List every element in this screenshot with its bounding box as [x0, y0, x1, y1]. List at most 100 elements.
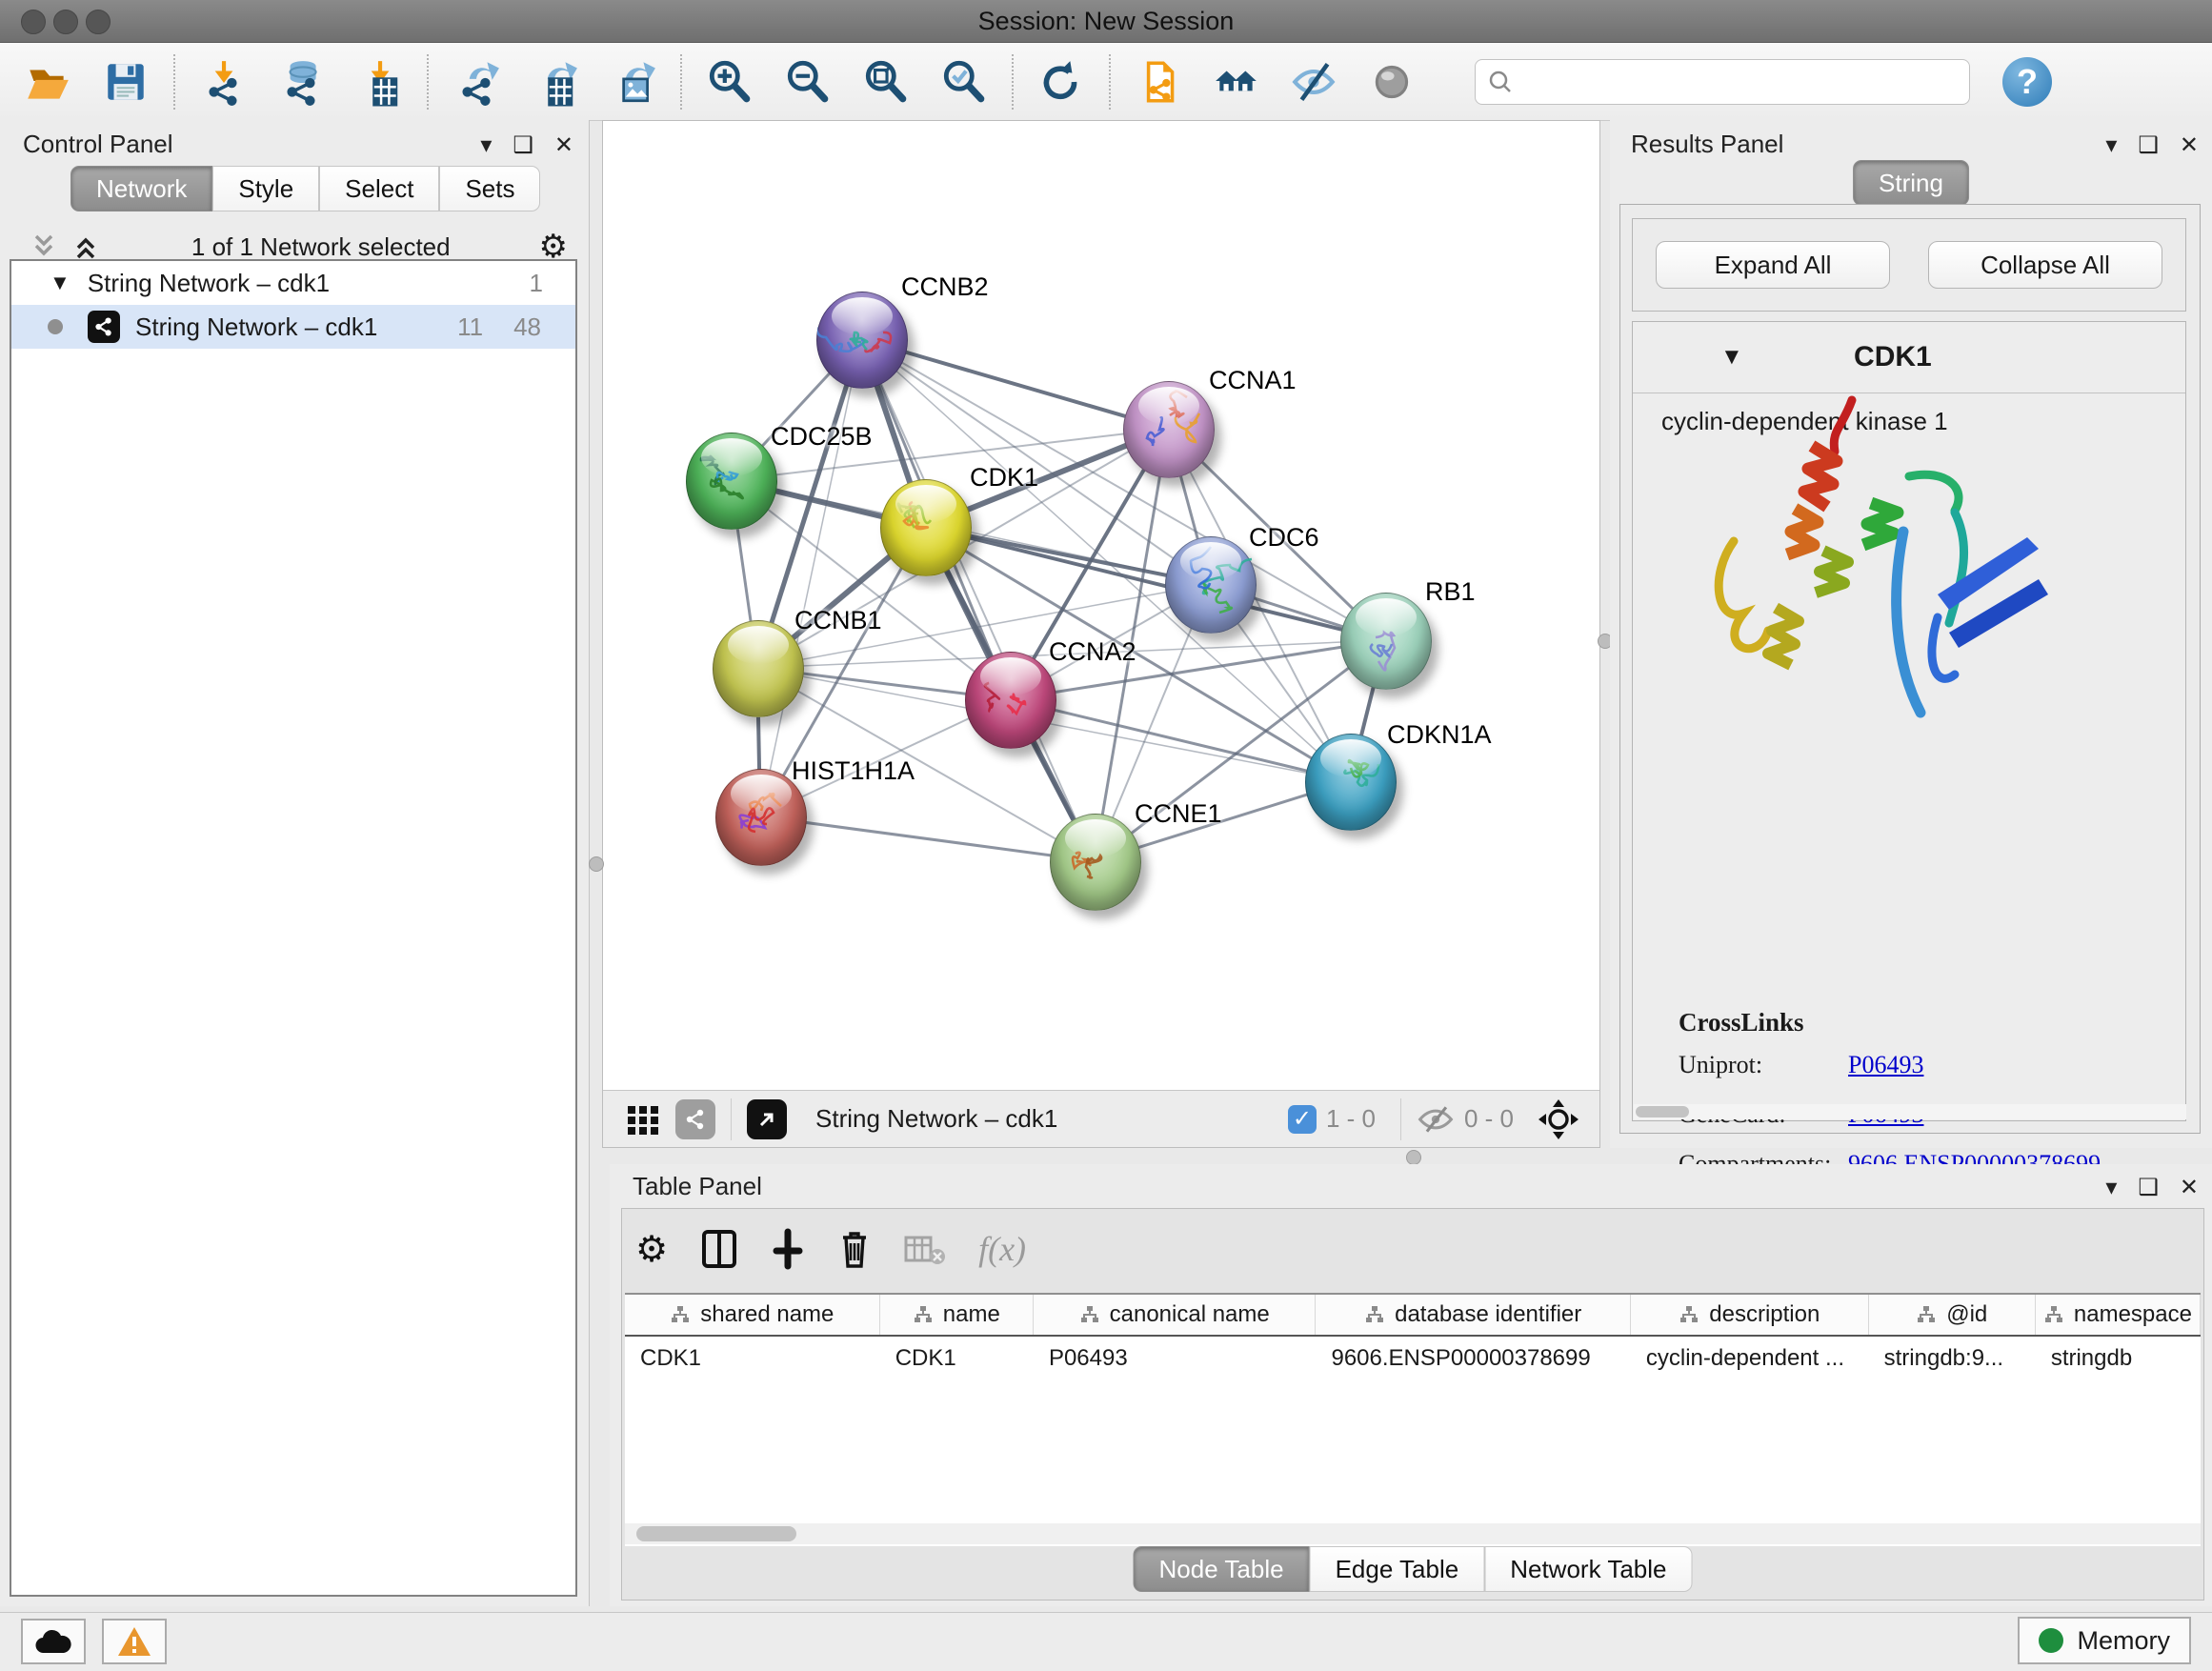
scrollbar-thumb[interactable] — [1636, 1106, 1689, 1117]
network-node-ccne1[interactable] — [1050, 814, 1141, 911]
float-panel-icon[interactable]: ❑ — [2138, 1174, 2159, 1201]
refresh-icon[interactable] — [1035, 55, 1088, 109]
network-view[interactable]: CCNB2CCNA1CDC25BCDK1CDC6RB1CCNB1CCNA2CDK… — [602, 120, 1600, 1148]
export-table-icon[interactable] — [528, 55, 581, 109]
column-header-database-identifier[interactable]: database identifier — [1316, 1295, 1630, 1335]
import-network-file-icon[interactable] — [196, 55, 250, 109]
selected-nodes-checkbox[interactable]: ✓ — [1288, 1105, 1317, 1134]
column-header-description[interactable]: description — [1631, 1295, 1869, 1335]
float-panel-icon[interactable]: ❑ — [513, 131, 533, 159]
column-header-namespace[interactable]: namespace — [2036, 1295, 2201, 1335]
network-edge[interactable] — [861, 339, 1168, 429]
node-label-cdk1: CDK1 — [970, 463, 1038, 493]
zoom-in-icon[interactable] — [703, 55, 756, 109]
left-splitter-handle[interactable] — [589, 856, 604, 872]
column-header-name[interactable]: name — [880, 1295, 1034, 1335]
table-options-gear-icon[interactable]: ⚙ — [635, 1228, 668, 1271]
node-label-ccna2: CCNA2 — [1049, 637, 1136, 667]
float-panel-icon[interactable]: ❑ — [2138, 131, 2159, 159]
network-node-ccna1[interactable] — [1123, 381, 1215, 478]
crosslink-row: Uniprot:P06493 — [1679, 1051, 2101, 1079]
network-row[interactable]: String Network – cdk1 11 48 — [11, 305, 575, 349]
presentation-eye-icon[interactable] — [1366, 55, 1419, 109]
expand-all-chevrons-icon[interactable] — [69, 231, 103, 263]
close-panel-icon[interactable]: ✕ — [554, 131, 573, 159]
tab-style[interactable]: Style — [212, 166, 319, 211]
collection-row[interactable]: ▼ String Network – cdk1 1 — [11, 261, 575, 305]
string-import-icon[interactable] — [1132, 55, 1185, 109]
scrollbar-thumb[interactable] — [636, 1526, 796, 1541]
collapse-all-button[interactable]: Collapse All — [1928, 241, 2162, 289]
memory-button[interactable]: Memory — [2018, 1617, 2191, 1664]
search-input[interactable] — [1514, 68, 1958, 96]
network-node-ccna2[interactable] — [965, 652, 1056, 749]
tab-select[interactable]: Select — [319, 166, 439, 211]
collapse-all-chevrons-icon[interactable] — [27, 231, 61, 263]
search-icon — [1487, 69, 1514, 95]
network-node-cdkn1a[interactable] — [1305, 734, 1397, 831]
bottom-splitter-handle[interactable] — [1406, 1150, 1421, 1165]
node-label-cdc25b: CDC25B — [771, 422, 873, 452]
warning-button[interactable] — [102, 1619, 167, 1664]
tab-string[interactable]: String — [1853, 160, 1969, 206]
network-edge[interactable] — [1010, 699, 1350, 781]
zoom-fit-icon[interactable] — [859, 55, 913, 109]
crosslink-link[interactable]: P06493 — [1848, 1051, 1923, 1078]
table-row[interactable]: CDK1CDK1P064939606.ENSP00000378699cyclin… — [625, 1337, 2201, 1380]
network-node-count: 11 — [457, 312, 483, 342]
open-external-view-icon[interactable] — [747, 1099, 787, 1139]
panel-menu-icon[interactable]: ▾ — [2105, 1174, 2117, 1201]
tab-sets[interactable]: Sets — [439, 166, 540, 211]
delete-column-trash-icon[interactable] — [837, 1228, 872, 1270]
collapse-triangle-icon[interactable]: ▼ — [50, 271, 70, 295]
protein-card-header[interactable]: ▼ CDK1 — [1633, 322, 2185, 393]
import-table-file-icon[interactable] — [352, 55, 406, 109]
hide-selected-eye-icon[interactable] — [1288, 55, 1341, 109]
tab-node-table[interactable]: Node Table — [1134, 1546, 1310, 1592]
search-box[interactable] — [1475, 59, 1970, 105]
export-network-icon[interactable] — [450, 55, 503, 109]
network-node-cdc6[interactable] — [1165, 536, 1257, 634]
column-header-canonical-name[interactable]: canonical name — [1034, 1295, 1317, 1335]
network-view-toolbar: String Network – cdk1 ✓ 1 - 0 0 - 0 — [603, 1090, 1599, 1147]
column-header-shared-name[interactable]: shared name — [625, 1295, 880, 1335]
save-session-icon[interactable] — [99, 55, 152, 109]
tab-network[interactable]: Network — [70, 166, 212, 211]
zoom-out-icon[interactable] — [781, 55, 835, 109]
open-session-icon[interactable] — [21, 55, 74, 109]
network-node-cdc25b[interactable] — [686, 433, 777, 530]
network-node-rb1[interactable] — [1340, 593, 1432, 690]
network-node-cdk1[interactable] — [880, 479, 972, 576]
close-panel-icon[interactable]: ✕ — [2180, 1174, 2199, 1201]
cloud-button[interactable] — [21, 1619, 86, 1664]
close-panel-icon[interactable]: ✕ — [2180, 131, 2199, 159]
network-node-ccnb1[interactable] — [713, 620, 804, 717]
zoom-selected-icon[interactable] — [937, 55, 991, 109]
import-network-database-icon[interactable] — [274, 55, 328, 109]
control-panel-title: Control Panel — [23, 130, 173, 159]
panel-menu-icon[interactable]: ▾ — [480, 131, 492, 159]
birds-eye-view-icon[interactable] — [1537, 1097, 1580, 1141]
home-network-icon[interactable] — [1210, 55, 1263, 109]
node-gloss — [895, 485, 956, 523]
show-columns-icon[interactable] — [700, 1228, 738, 1270]
table-cell: CDK1 — [880, 1345, 1034, 1372]
table-horizontal-scrollbar[interactable] — [625, 1523, 2201, 1544]
network-node-ccnb2[interactable] — [816, 292, 908, 389]
results-horizontal-scrollbar[interactable] — [1634, 1104, 2186, 1119]
expand-all-button[interactable]: Expand All — [1656, 241, 1890, 289]
string-view-icon[interactable] — [675, 1099, 715, 1139]
column-header-at-id[interactable]: @id — [1869, 1295, 2036, 1335]
table-panel-title: Table Panel — [633, 1172, 762, 1201]
collapse-triangle-icon[interactable]: ▼ — [1720, 344, 1743, 371]
export-image-icon[interactable] — [606, 55, 659, 109]
tab-network-table[interactable]: Network Table — [1484, 1546, 1692, 1592]
tab-edge-table[interactable]: Edge Table — [1310, 1546, 1485, 1592]
grid-view-icon[interactable] — [624, 1100, 662, 1138]
panel-menu-icon[interactable]: ▾ — [2105, 131, 2117, 159]
help-button[interactable]: ? — [2002, 57, 2052, 107]
results-panel: Results Panel ▾ ❑ ✕ String Expand All Co… — [1610, 120, 2212, 1148]
network-edge[interactable] — [760, 339, 861, 816]
network-edge[interactable] — [760, 816, 1095, 861]
add-column-icon[interactable] — [771, 1228, 805, 1270]
